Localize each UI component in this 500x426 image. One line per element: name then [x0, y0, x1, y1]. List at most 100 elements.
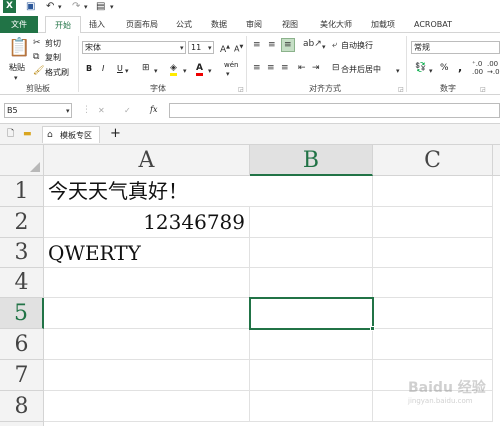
cell-b8[interactable]: [250, 391, 373, 422]
accounting-dropdown-icon[interactable]: ▾: [429, 66, 433, 76]
shrink-font-icon[interactable]: A▼: [234, 42, 243, 55]
cut-button[interactable]: 剪切: [45, 38, 61, 49]
cell-c3[interactable]: [373, 238, 493, 268]
bold-button[interactable]: B: [86, 64, 92, 73]
print-icon[interactable]: ▤: [96, 1, 105, 12]
row-header-8[interactable]: 8: [0, 391, 44, 422]
font-dialog-launcher-icon[interactable]: ◲: [238, 85, 244, 95]
row-header-1[interactable]: 1: [0, 176, 44, 207]
decrease-decimal-icon[interactable]: .00 →.0: [487, 60, 500, 76]
underline-button[interactable]: U: [117, 64, 123, 73]
formula-input[interactable]: [169, 103, 500, 118]
font-name-select[interactable]: 宋体: [82, 41, 186, 54]
cell-a4[interactable]: [44, 268, 250, 298]
column-header-b[interactable]: B: [250, 145, 373, 176]
align-center-icon[interactable]: ≡: [267, 63, 275, 73]
underline-dropdown-icon[interactable]: ▾: [125, 66, 129, 76]
tab-insert[interactable]: 插入: [82, 16, 112, 33]
percent-button[interactable]: %: [440, 63, 449, 73]
cell-b6[interactable]: [250, 329, 373, 360]
new-document-icon[interactable]: 🗋: [7, 129, 14, 139]
enter-button[interactable]: ✓: [124, 106, 131, 115]
cell-c5[interactable]: [373, 298, 493, 329]
row-header-4[interactable]: 4: [0, 268, 44, 298]
save-icon[interactable]: ▣: [26, 1, 35, 12]
column-header-a[interactable]: A: [44, 145, 250, 176]
cell-a6[interactable]: [44, 329, 250, 360]
wrap-text-button[interactable]: 自动换行: [341, 40, 373, 51]
format-painter-button[interactable]: 格式刷: [45, 67, 69, 78]
comma-button[interactable]: ,: [458, 61, 462, 74]
insert-function-button[interactable]: fx: [150, 105, 157, 114]
cell-b2[interactable]: [250, 207, 373, 238]
paste-dropdown-icon[interactable]: ▾: [14, 73, 18, 83]
cell-c1[interactable]: [373, 176, 493, 207]
undo-icon[interactable]: ↶: [46, 1, 54, 12]
row-header-6[interactable]: 6: [0, 329, 44, 360]
increase-indent-icon[interactable]: ⇥: [312, 63, 320, 73]
font-name-dropdown-icon[interactable]: ▾: [180, 43, 184, 53]
align-left-icon[interactable]: ≡: [253, 63, 261, 73]
cell-b7[interactable]: [250, 360, 373, 391]
tab-home[interactable]: 开始: [45, 16, 81, 34]
copy-icon[interactable]: ⧉: [33, 52, 39, 62]
font-color-icon[interactable]: A: [196, 63, 203, 76]
row-header-2[interactable]: 2: [0, 207, 44, 238]
column-header-d-partial[interactable]: [493, 145, 500, 176]
align-top-icon[interactable]: ≡: [253, 40, 261, 50]
fill-color-dropdown-icon[interactable]: ▾: [183, 66, 187, 76]
cell-a1[interactable]: 今天天气真好！: [44, 176, 250, 207]
tab-data[interactable]: 数据: [205, 16, 233, 33]
phonetic-guide-button[interactable]: wén: [224, 61, 238, 69]
row-header-9-partial[interactable]: [0, 422, 44, 426]
cell-c6[interactable]: [373, 329, 493, 360]
decrease-indent-icon[interactable]: ⇤: [298, 63, 306, 73]
fill-handle[interactable]: [370, 326, 375, 331]
name-box-dropdown-icon[interactable]: ▾: [66, 106, 70, 116]
paste-button[interactable]: 粘贴: [9, 62, 25, 73]
border-dropdown-icon[interactable]: ▾: [154, 66, 158, 76]
font-size-dropdown-icon[interactable]: ▾: [208, 43, 212, 53]
paste-icon[interactable]: 📋: [8, 38, 30, 58]
row-header-5[interactable]: 5: [0, 298, 44, 329]
align-bottom-icon[interactable]: ≡: [281, 38, 295, 52]
italic-button[interactable]: I: [102, 64, 104, 73]
fill-color-icon[interactable]: ◈: [170, 63, 177, 76]
merge-center-icon[interactable]: ⊟: [332, 63, 340, 73]
undo-dropdown-icon[interactable]: ▾: [58, 3, 62, 11]
tab-acrobat[interactable]: ACROBAT: [408, 16, 458, 33]
row-header-7[interactable]: 7: [0, 360, 44, 391]
copy-button[interactable]: 复制: [45, 52, 61, 63]
tab-beautify[interactable]: 美化大师: [312, 16, 360, 33]
cell-a8[interactable]: [44, 391, 250, 422]
cut-icon[interactable]: ✂: [33, 38, 41, 48]
customize-icon[interactable]: ▾: [110, 3, 114, 11]
redo-icon[interactable]: ↷: [72, 1, 80, 12]
cell-c4[interactable]: [373, 268, 493, 298]
folder-icon[interactable]: ▬: [23, 129, 32, 139]
wrap-text-icon[interactable]: ⤶: [332, 40, 337, 50]
redo-dropdown-icon[interactable]: ▾: [84, 3, 88, 11]
column-header-c[interactable]: C: [373, 145, 493, 176]
format-painter-icon[interactable]: 🖌: [33, 66, 44, 76]
cell-a3[interactable]: QWERTY: [44, 238, 250, 268]
align-middle-icon[interactable]: ≡: [268, 40, 276, 50]
orientation-dropdown-icon[interactable]: ▾: [322, 42, 326, 52]
cell-b4[interactable]: [250, 268, 373, 298]
tab-file[interactable]: 文件: [0, 16, 38, 33]
align-right-icon[interactable]: ≡: [281, 63, 289, 73]
cancel-button[interactable]: ✕: [98, 106, 105, 115]
grow-font-icon[interactable]: A▲: [220, 42, 230, 55]
tab-addins[interactable]: 加载项: [364, 16, 402, 33]
increase-decimal-icon[interactable]: ⁺.0.00: [472, 60, 483, 76]
font-color-dropdown-icon[interactable]: ▾: [208, 66, 212, 76]
cell-b3[interactable]: [250, 238, 373, 268]
cell-c2[interactable]: [373, 207, 493, 238]
number-dialog-launcher-icon[interactable]: ◲: [480, 85, 486, 95]
cell-a7[interactable]: [44, 360, 250, 391]
number-format-select[interactable]: 常规: [411, 41, 500, 54]
select-all-corner[interactable]: [0, 145, 44, 176]
add-sheet-button[interactable]: +: [110, 126, 121, 141]
cell-a5[interactable]: [44, 298, 250, 329]
accounting-format-icon[interactable]: 💱: [415, 63, 426, 73]
